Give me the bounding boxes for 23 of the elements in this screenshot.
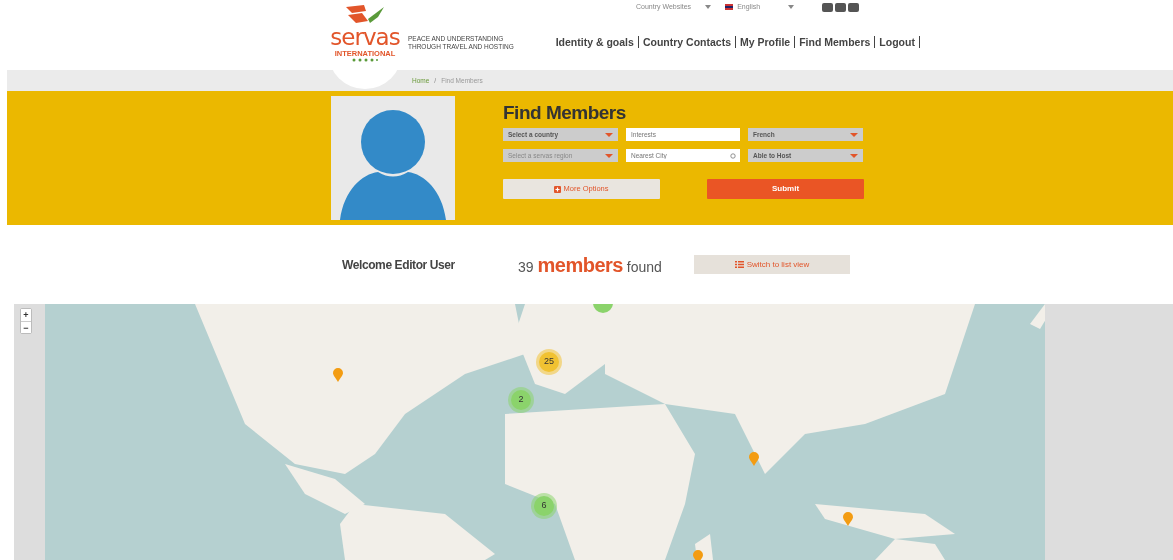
map-pin-icon[interactable] — [843, 512, 853, 526]
map-pin-icon[interactable] — [333, 368, 343, 382]
dots-icon — [352, 58, 378, 62]
nav-link[interactable]: Logout — [875, 36, 920, 48]
list-icon — [734, 261, 744, 268]
nav-link[interactable]: Country Contacts — [638, 36, 736, 48]
plus-icon — [554, 185, 562, 193]
map-pin-icon[interactable] — [693, 550, 703, 560]
nav-link[interactable]: Identity & goals — [551, 36, 639, 48]
switch-view-button[interactable]: Switch to list view — [694, 255, 850, 274]
nav-link[interactable]: Find Members — [795, 36, 876, 48]
zoom-out-button[interactable]: − — [21, 321, 31, 333]
bird-logo-icon — [344, 3, 386, 25]
avatar-icon — [331, 96, 455, 220]
submit-button[interactable]: Submit — [707, 179, 864, 199]
flag-icon — [725, 1, 734, 13]
welcome-text: Welcome Editor User — [342, 256, 456, 274]
form-title: Find Members — [503, 102, 627, 124]
members-found-text: 39 members found — [518, 252, 663, 278]
refresh-icon[interactable] — [730, 152, 736, 159]
logo-text: servas — [330, 25, 400, 49]
nav-link[interactable]: My Profile — [736, 36, 796, 48]
map-pin-icon[interactable] — [749, 452, 759, 466]
